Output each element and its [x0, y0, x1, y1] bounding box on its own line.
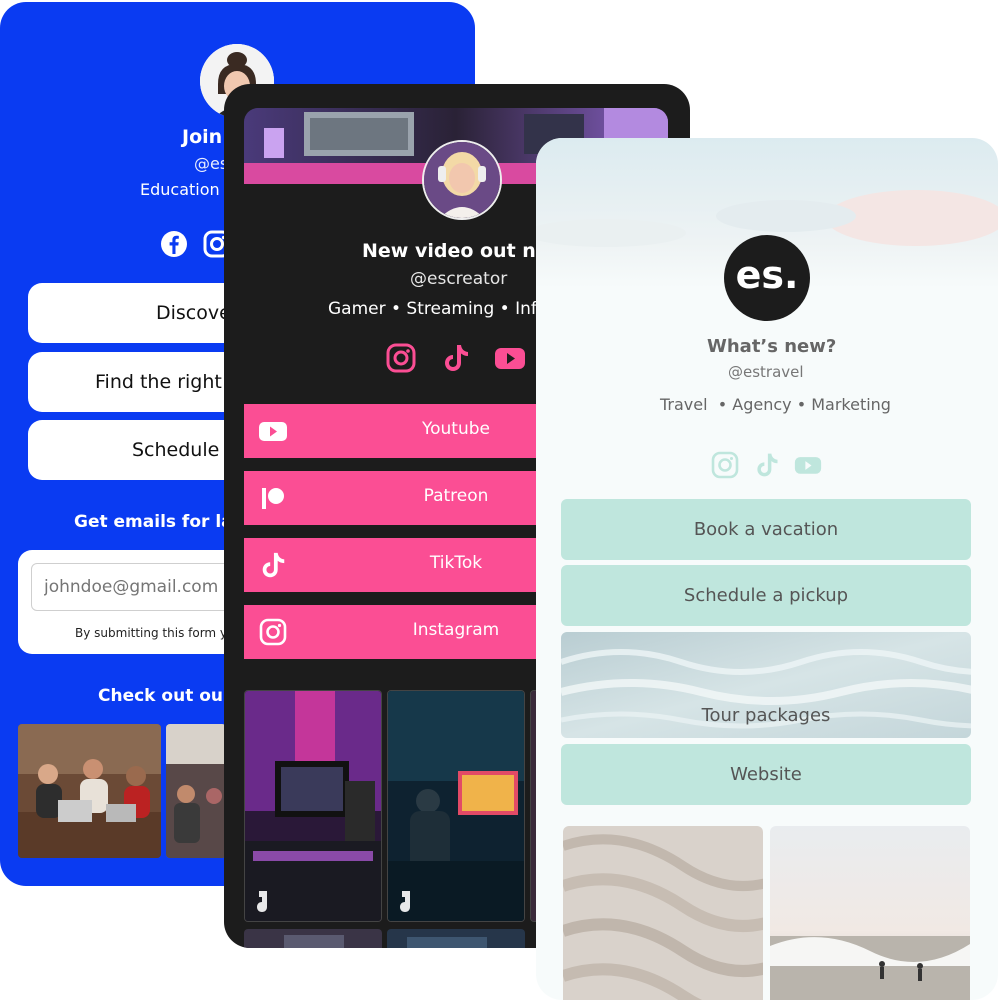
tour-packages-button[interactable]: Tour packages: [561, 632, 971, 738]
profile-tagline: Gamer • Streaming • Influ: [328, 299, 553, 319]
form-disclaimer: By submitting this form yo: [75, 626, 235, 640]
gallery-photo[interactable]: [770, 826, 970, 1000]
profile-tagline: Education •: [140, 180, 235, 199]
profile-handle: @estravel: [728, 363, 804, 381]
profile-handle: @escreator: [410, 269, 508, 289]
emails-heading: Get emails for la: [74, 512, 233, 532]
facebook-icon[interactable]: [160, 230, 188, 258]
check-out-heading: Check out ou: [98, 686, 224, 706]
logo-text: es.: [735, 253, 799, 297]
schedule-pickup-button[interactable]: Schedule a pickup: [561, 565, 971, 626]
youtube-icon[interactable]: [494, 342, 526, 374]
profile-title: What’s new?: [707, 336, 837, 357]
tiktok-icon[interactable]: [440, 342, 472, 374]
avatar[interactable]: [422, 140, 502, 220]
book-vacation-button[interactable]: Book a vacation: [561, 499, 971, 560]
profile-title: Join: [182, 126, 223, 148]
profile-tagline: Travel • Agency • Marketing: [660, 395, 891, 414]
video-tile[interactable]: [244, 690, 382, 922]
website-button[interactable]: Website: [561, 744, 971, 805]
video-tile[interactable]: [244, 929, 382, 948]
instagram-icon[interactable]: [385, 342, 417, 374]
instagram-icon[interactable]: [711, 451, 739, 479]
gallery-photo[interactable]: [563, 826, 763, 1000]
tour-packages-label: Tour packages: [701, 705, 831, 726]
tiktok-icon[interactable]: [753, 451, 781, 479]
gallery-thumbnail[interactable]: [166, 724, 226, 858]
travel-profile-card: es. What’s new? @estravel Travel • Agenc…: [536, 138, 998, 1000]
youtube-icon[interactable]: [794, 451, 822, 479]
gallery-thumbnail[interactable]: [18, 724, 161, 858]
video-tile[interactable]: [387, 690, 525, 922]
logo[interactable]: es.: [724, 235, 810, 321]
video-tile[interactable]: [387, 929, 525, 948]
